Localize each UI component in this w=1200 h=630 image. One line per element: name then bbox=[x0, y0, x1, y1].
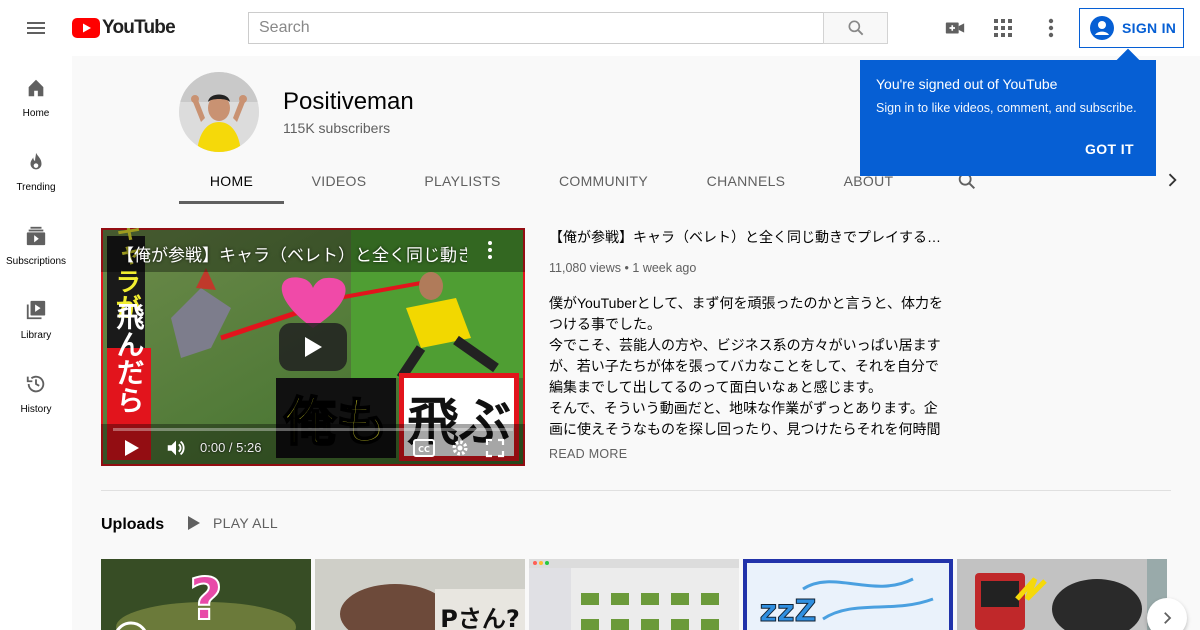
tab-community[interactable]: COMMUNITY bbox=[531, 164, 676, 204]
search-icon bbox=[848, 20, 863, 36]
settings-more-icon[interactable] bbox=[1035, 12, 1067, 44]
read-more-link[interactable]: READ MORE bbox=[549, 447, 627, 461]
featured-video-title[interactable]: 【俺が参戦】キャラ（ベレト）と全く同じ動きでプレイする… bbox=[549, 228, 949, 246]
sidebar-item-home[interactable]: Home bbox=[0, 56, 72, 130]
description-line: 僕がYouTuberとして、まず何を頑張ったのかと言うと、体力を bbox=[549, 295, 943, 311]
search-box[interactable] bbox=[248, 12, 824, 44]
subscriptions-icon bbox=[24, 224, 48, 248]
svg-text:CC: CC bbox=[418, 445, 430, 454]
play-all-label: PLAY ALL bbox=[213, 515, 278, 531]
sign-in-button[interactable]: SIGN IN bbox=[1079, 8, 1184, 48]
upload-thumbnail[interactable]: zzZ bbox=[743, 559, 953, 630]
tab-home[interactable]: HOME bbox=[179, 164, 284, 204]
tab-videos[interactable]: VIDEOS bbox=[284, 164, 394, 204]
subscriber-count: 115K subscribers bbox=[283, 120, 391, 136]
sidebar-item-label: Home bbox=[22, 108, 50, 119]
thumb-label: Pさん? bbox=[440, 605, 520, 630]
large-play-button[interactable] bbox=[279, 323, 347, 371]
description-line: 画に使えそうなものを探し回ったり、見つけたらそれを何時間 bbox=[549, 421, 941, 437]
search-button[interactable] bbox=[823, 12, 888, 44]
sidebar-item-label: Library bbox=[20, 330, 52, 341]
volume-icon[interactable] bbox=[165, 437, 187, 464]
upload-thumbnail[interactable]: Pさん? bbox=[315, 559, 525, 630]
featured-video-meta: 11,080 views • 1 week ago bbox=[549, 261, 696, 275]
tabs-next-chevron-icon[interactable] bbox=[1162, 170, 1182, 195]
channel-home-content: キャラが 飛んだら 俺も 飛ぶ 【俺が参戦】キャラ（ベレト）と全く同じ動き 0:… bbox=[72, 204, 1200, 630]
youtube-play-logo-icon bbox=[72, 18, 100, 38]
sign-in-label: SIGN IN bbox=[1122, 20, 1177, 36]
got-it-button[interactable]: GOT IT bbox=[1085, 141, 1134, 157]
featured-video-description: 僕がYouTuberとして、まず何を頑張ったのかと言うと、体力を つける事でした… bbox=[549, 293, 949, 440]
sidebar-item-history[interactable]: History bbox=[0, 352, 72, 426]
play-control-icon[interactable] bbox=[123, 438, 141, 463]
play-icon bbox=[305, 337, 322, 357]
top-bar: YouTube SIGN IN bbox=[0, 0, 1200, 56]
home-icon bbox=[24, 76, 48, 100]
uploads-shelf-title[interactable]: Uploads bbox=[101, 516, 164, 534]
library-icon bbox=[24, 298, 48, 322]
sidebar-item-label: Subscriptions bbox=[5, 256, 67, 267]
avatar-image bbox=[179, 72, 259, 152]
sidebar-item-label: Trending bbox=[16, 182, 56, 193]
create-video-icon[interactable] bbox=[939, 12, 971, 44]
search-input[interactable] bbox=[259, 19, 824, 37]
history-icon bbox=[24, 372, 48, 396]
sidebar-item-label: History bbox=[20, 404, 52, 415]
thumb-vertical-text-bottom: 飛んだら bbox=[113, 302, 146, 414]
publish-age: 1 week ago bbox=[632, 261, 697, 275]
section-divider bbox=[101, 490, 1171, 491]
thumb-label: ? bbox=[189, 565, 223, 630]
channel-avatar[interactable] bbox=[179, 72, 259, 152]
player-video-title[interactable]: 【俺が参戦】キャラ（ベレト）と全く同じ動きでプレイする… bbox=[117, 241, 467, 266]
play-all-button[interactable]: PLAY ALL bbox=[187, 515, 278, 531]
settings-gear-icon[interactable] bbox=[450, 438, 470, 463]
youtube-logo[interactable]: YouTube bbox=[72, 16, 176, 40]
fullscreen-icon[interactable] bbox=[485, 438, 505, 463]
logo-text: YouTube bbox=[102, 17, 176, 38]
popup-body: Sign in to like videos, comment, and sub… bbox=[876, 101, 1137, 115]
upload-thumbnail[interactable]: ? bbox=[101, 559, 311, 630]
sidebar-item-library[interactable]: Library bbox=[0, 278, 72, 352]
account-circle-icon bbox=[1090, 16, 1114, 40]
guide-menu-icon[interactable] bbox=[16, 12, 56, 44]
description-line: そんで、そういう動画だと、地味な作業がずっとあります。企 bbox=[549, 400, 938, 416]
tab-playlists[interactable]: PLAYLISTS bbox=[394, 164, 531, 204]
tab-channels[interactable]: CHANNELS bbox=[676, 164, 816, 204]
player-more-icon[interactable] bbox=[487, 240, 493, 265]
description-line: つける事でした。 bbox=[549, 316, 661, 332]
channel-name: Positiveman bbox=[283, 88, 414, 115]
player-time: 0:00 / 5:26 bbox=[200, 440, 262, 455]
upload-thumbnail[interactable] bbox=[957, 559, 1167, 630]
description-line: 編集までして出してるのって面白いなぁと感じます。 bbox=[549, 379, 883, 395]
sidebar-item-trending[interactable]: Trending bbox=[0, 130, 72, 204]
sidebar-item-subscriptions[interactable]: Subscriptions bbox=[0, 204, 72, 278]
flame-icon bbox=[24, 150, 48, 174]
captions-icon[interactable]: CC bbox=[413, 439, 435, 462]
popup-title: You're signed out of YouTube bbox=[876, 76, 1058, 92]
mini-guide-sidebar: Home Trending Subscriptions Library Hist… bbox=[0, 56, 72, 630]
featured-video-player[interactable]: キャラが 飛んだら 俺も 飛ぶ 【俺が参戦】キャラ（ベレト）と全く同じ動き 0:… bbox=[101, 228, 525, 466]
play-all-icon bbox=[188, 516, 200, 530]
thumb-label: zzZ bbox=[760, 594, 817, 629]
upload-thumbnail[interactable] bbox=[529, 559, 739, 630]
description-line: が、若い子たちが体を張ってバカなことをして、それを自分で bbox=[549, 358, 939, 374]
description-line: 今でこそ、芸能人の方や、ビジネス系の方々がいっぱい居ます bbox=[549, 337, 941, 353]
view-count: 11,080 views bbox=[549, 261, 622, 275]
signed-out-popup: You're signed out of YouTube Sign in to … bbox=[860, 60, 1156, 176]
apps-grid-icon[interactable] bbox=[987, 12, 1019, 44]
shelf-next-arrow-icon[interactable] bbox=[1147, 598, 1187, 630]
